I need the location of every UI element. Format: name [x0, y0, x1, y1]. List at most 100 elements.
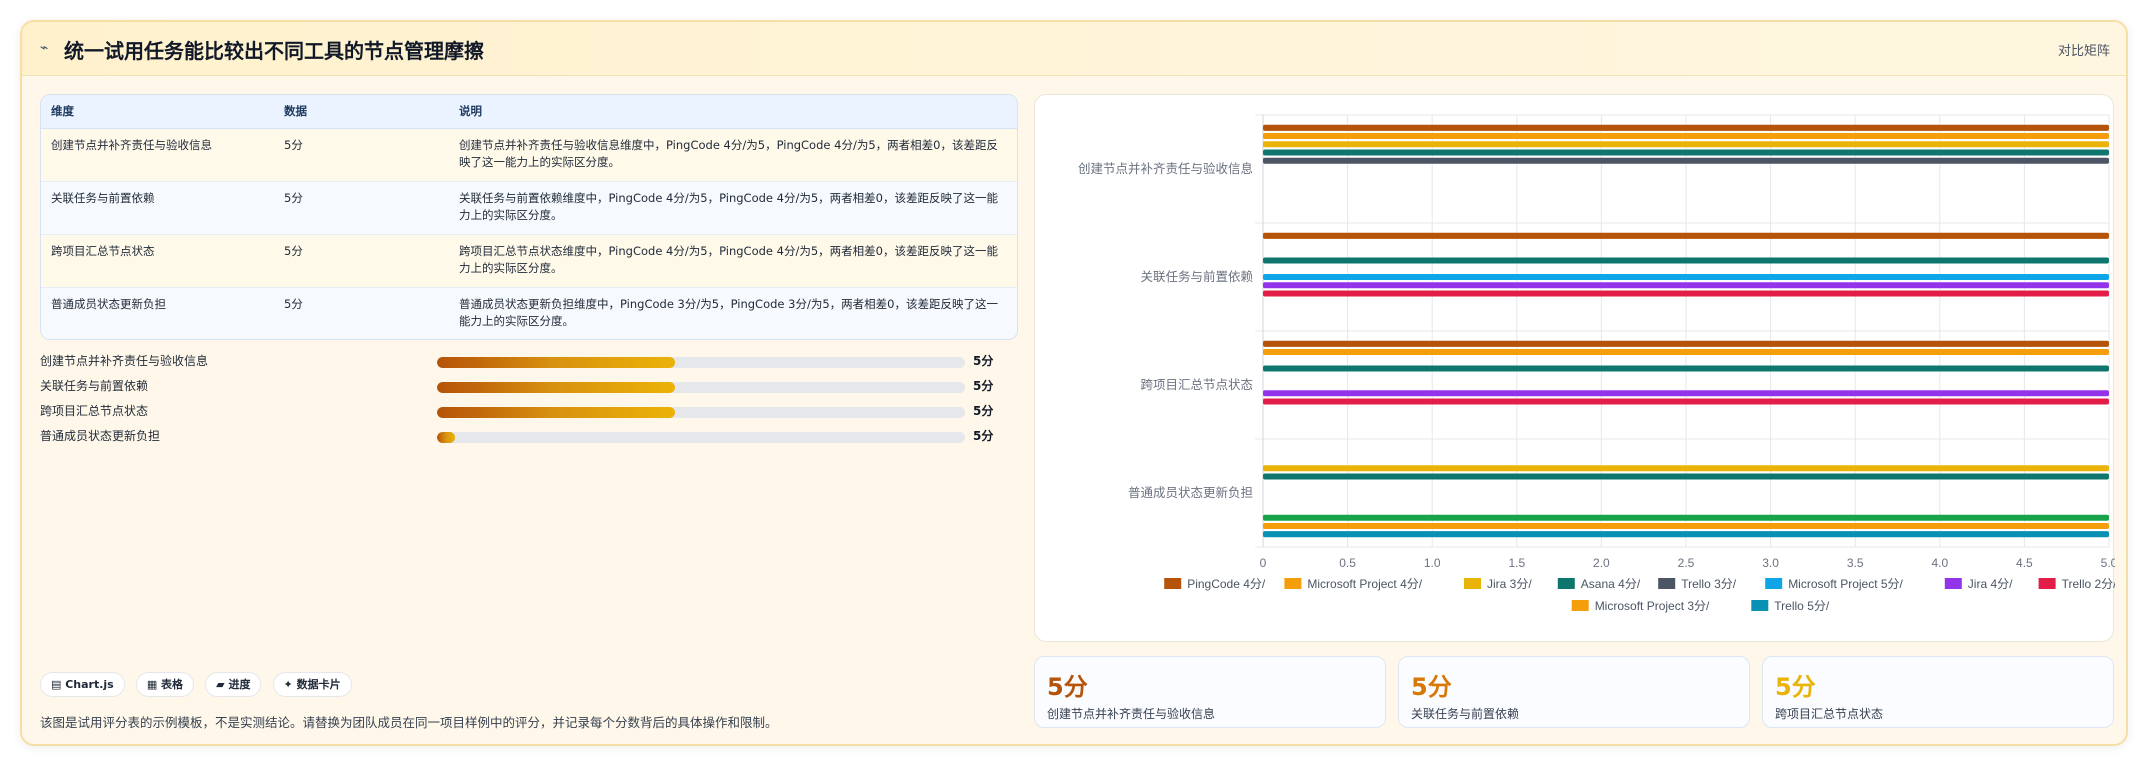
stat-value: 5分: [1411, 673, 1452, 701]
bar: [1263, 348, 2109, 356]
cell-description: 关联任务与前置依赖维度中，PingCode 4分/为5，PingCode 4分/…: [449, 181, 1017, 235]
column-header-description: 说明: [449, 95, 1017, 129]
progress-label: 普通成员状态更新负担: [40, 429, 161, 443]
progress-track: [437, 357, 965, 368]
stat-card: 5分 关联任务与前置依赖: [1398, 656, 1750, 728]
bar: [1263, 157, 2109, 164]
bar: [1263, 290, 2109, 297]
trend-icon: ⌁: [40, 40, 49, 56]
legend-swatch: [1557, 578, 1575, 589]
cell-data: 5分: [274, 181, 449, 235]
card-title: 统一试用任务能比较出不同工具的节点管理摩擦: [64, 39, 484, 63]
progress-track: [437, 432, 965, 443]
progress-value: 5分: [973, 404, 994, 418]
x-tick-label: 3.5: [1847, 556, 1864, 570]
stat-card: 5分 创建节点并补齐责任与验收信息: [1034, 656, 1386, 728]
stat-label: 创建节点并补齐责任与验收信息: [1047, 707, 1216, 721]
stat-label: 跨项目汇总节点状态: [1775, 707, 1884, 721]
y-category-label: 创建节点并补齐责任与验收信息: [1078, 161, 1253, 176]
progress-label: 关联任务与前置依赖: [40, 379, 149, 393]
bar: [1263, 522, 2109, 530]
progress-fill: [437, 407, 675, 418]
card-tag: 对比矩阵: [2057, 44, 2110, 59]
legend-swatch: [1751, 600, 1769, 611]
cell-description: 创建节点并补齐责任与验收信息维度中，PingCode 4分/为5，PingCod…: [449, 128, 1017, 182]
legend-label: Trello 2分/: [2062, 577, 2115, 591]
footnote: 该图是试用评分表的示例模板，不是实测结论。请替换为团队成员在同一项目样例中的评分…: [40, 715, 778, 730]
progress-fill: [437, 382, 675, 393]
x-tick-label: 4.0: [1931, 556, 1948, 570]
table-row: 跨项目汇总节点状态 5分 跨项目汇总节点状态维度中，PingCode 4分/为5…: [41, 234, 1017, 288]
table-row: 普通成员状态更新负担 5分 普通成员状态更新负担维度中，PingCode 3分/…: [41, 287, 1017, 339]
x-tick-label: 1.0: [1424, 556, 1441, 570]
bar: [1263, 365, 2109, 372]
cell-data: 5分: [284, 296, 303, 311]
bar: [1263, 273, 2109, 281]
y-category-label: 跨项目汇总节点状态: [1140, 377, 1253, 392]
bar: [1263, 141, 2109, 148]
legend-swatch: [1464, 578, 1481, 589]
legend-swatch: [2038, 578, 2056, 589]
legend-label: PingCode 4分/: [1187, 577, 1266, 591]
x-tick-label: 2.5: [1678, 556, 1695, 570]
legend-label: Asana 4分/: [1581, 577, 1641, 591]
bar: [1263, 340, 2109, 347]
chip-progress[interactable]: ▰ 进度: [205, 672, 262, 697]
column-header-dimension: 维度: [41, 95, 274, 129]
chip-chartjs[interactable]: ▤ Chart.js: [40, 672, 125, 697]
comparison-card: ⌁ 统一试用任务能比较出不同工具的节点管理摩擦 对比矩阵 维度 数据 说明 创建…: [20, 20, 2128, 746]
progress-row: 跨项目汇总节点状态 5分: [40, 400, 1020, 425]
progress-value: 5分: [973, 379, 994, 393]
table-row: 创建节点并补齐责任与验收信息 5分 创建节点并补齐责任与验收信息维度中，Ping…: [41, 128, 1017, 182]
bar: [1263, 398, 2109, 405]
progress-value: 5分: [973, 354, 994, 368]
bar: [1263, 282, 2109, 289]
progress-row: 普通成员状态更新负担 5分: [40, 425, 1020, 450]
table-row: 关联任务与前置依赖 5分 关联任务与前置依赖维度中，PingCode 4分/为5…: [41, 181, 1017, 235]
progress-track: [437, 382, 965, 393]
cell-dimension: 跨项目汇总节点状态: [41, 234, 274, 288]
bar: [1263, 149, 2109, 156]
bar: [1263, 257, 2109, 264]
progress-row: 关联任务与前置依赖 5分: [40, 375, 1020, 400]
legend-swatch: [1571, 600, 1589, 611]
stat-card: 5分 跨项目汇总节点状态: [1762, 656, 2114, 728]
chart-panel: 0 0.5 1.0 1.5 2.0 2.5 3.0 3.5 4.0 4.5 5.0 创建节点并补齐责任…: [1034, 94, 2115, 642]
bar: [1263, 124, 2109, 131]
chip-table[interactable]: ▦ 表格: [135, 672, 195, 697]
cell-data: 5分: [274, 234, 449, 288]
progress-value: 5分: [973, 429, 994, 443]
cell-description: 普通成员状态更新负担维度中，PingCode 3分/为5，PingCode 3分…: [459, 296, 998, 328]
y-category-label: 普通成员状态更新负担: [1128, 485, 1253, 500]
cell-data: 5分: [274, 128, 449, 182]
progress-fill: [437, 432, 456, 443]
chip-data-card[interactable]: ✦ 数据卡片: [272, 672, 352, 697]
cell-dimension: 普通成员状态更新负担: [51, 296, 166, 311]
progress-label: 跨项目汇总节点状态: [40, 404, 149, 418]
legend-swatch: [1164, 578, 1182, 589]
legend-label: Microsoft Project 4分/: [1307, 577, 1422, 591]
cell-dimension: 创建节点并补齐责任与验收信息: [41, 128, 274, 182]
comparison-table: 维度 数据 说明 创建节点并补齐责任与验收信息 5分 创建节点并补齐责任与验收信…: [40, 94, 1018, 340]
bar: [1263, 473, 2109, 480]
feature-chips: ▤ Chart.js ▦ 表格 ▰ 进度 ✦ 数据卡片: [40, 672, 358, 697]
legend-swatch: [1284, 578, 1302, 589]
legend-swatch: [1944, 578, 1962, 589]
legend-label: Jira 3分/: [1487, 577, 1532, 591]
progress-label: 创建节点并补齐责任与验收信息: [40, 354, 209, 368]
bar: [1263, 132, 2109, 140]
bar: [1263, 465, 2109, 472]
progress-row: 创建节点并补齐责任与验收信息 5分: [40, 350, 1020, 375]
bar: [1263, 514, 2109, 521]
legend-label: Microsoft Project 3分/: [1595, 599, 1710, 613]
x-tick-label: 0.5: [1339, 556, 1356, 570]
legend-swatch: [1658, 578, 1676, 589]
x-tick-label: 3.0: [1762, 556, 1779, 570]
bar-chart: 0 0.5 1.0 1.5 2.0 2.5 3.0 3.5 4.0 4.5 5.0 创建节点并补齐责任…: [1078, 114, 2115, 613]
legend-label: Trello 5分/: [1774, 599, 1830, 613]
x-tick-label: 0: [1260, 556, 1267, 570]
cell-description: 跨项目汇总节点状态维度中，PingCode 4分/为5，PingCode 4分/…: [449, 234, 1017, 288]
x-tick-label: 5.0: [2101, 556, 2115, 570]
legend-label: Jira 4分/: [1968, 577, 2013, 591]
progress-list: 创建节点并补齐责任与验收信息 5分 关联任务与前置依赖 5分 跨项目汇总节点状态…: [40, 350, 1020, 450]
